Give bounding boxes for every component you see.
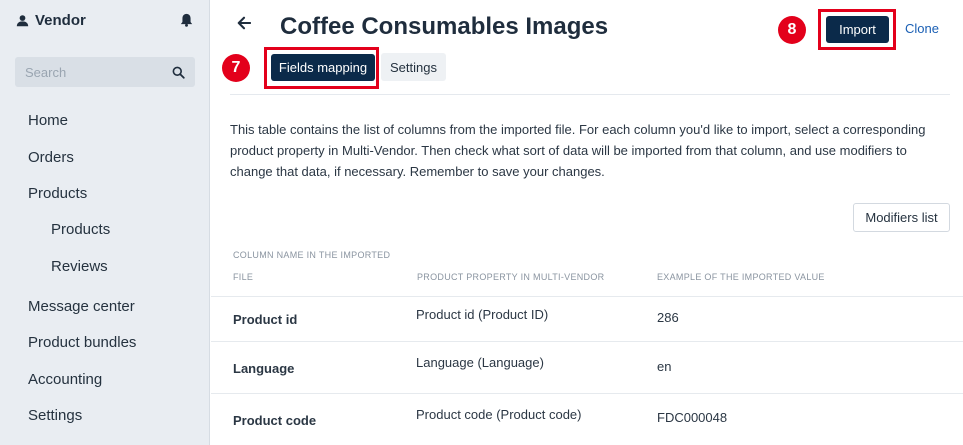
table-cell-product-property[interactable]: Language (Language) <box>416 355 544 370</box>
sidebar-item-home[interactable]: Home <box>28 112 68 129</box>
step-badge-8: 8 <box>778 16 806 44</box>
sidebar-subitem-products[interactable]: Products <box>51 221 110 238</box>
user-icon <box>16 14 29 27</box>
sidebar-item-accounting[interactable]: Accounting <box>28 371 102 388</box>
sidebar-item-product-bundles[interactable]: Product bundles <box>28 334 136 351</box>
modifiers-list-button[interactable]: Modifiers list <box>853 203 950 232</box>
sidebar-subitem-reviews[interactable]: Reviews <box>51 258 108 275</box>
sidebar-item-products[interactable]: Products <box>28 185 87 202</box>
search-input[interactable] <box>25 64 155 80</box>
import-button[interactable]: Import <box>826 16 889 43</box>
bell-icon[interactable] <box>180 13 193 27</box>
table-header-example-value: EXAMPLE OF THE IMPORTED VALUE <box>657 272 825 282</box>
back-arrow-icon[interactable] <box>237 16 251 30</box>
tab-settings[interactable]: Settings <box>381 53 446 81</box>
sidebar-item-settings[interactable]: Settings <box>28 407 82 424</box>
table-cell-column-name: Product code <box>233 413 317 428</box>
table-cell-example-value: 286 <box>657 310 679 325</box>
row-divider <box>211 296 963 297</box>
table-cell-product-property[interactable]: Product code (Product code) <box>416 407 581 422</box>
sidebar-item-message-center[interactable]: Message center <box>28 298 135 315</box>
table-header-column-name-line1: COLUMN NAME IN THE IMPORTED <box>233 250 391 260</box>
step-badge-7: 7 <box>222 54 250 82</box>
table-cell-product-property[interactable]: Product id (Product ID) <box>416 307 548 322</box>
description-text: This table contains the list of columns … <box>230 122 926 179</box>
table-header-column-name-line2: FILE <box>233 272 254 282</box>
table-cell-example-value: en <box>657 359 672 374</box>
divider <box>230 94 950 95</box>
table-cell-column-name: Language <box>233 361 295 376</box>
tab-fields-mapping[interactable]: Fields mapping <box>271 54 375 81</box>
row-divider <box>211 393 963 394</box>
page-title: Coffee Consumables Images <box>280 13 609 40</box>
clone-link[interactable]: Clone <box>905 21 939 36</box>
sidebar: Vendor Home Orders Products Products Rev… <box>0 0 210 445</box>
sidebar-item-orders[interactable]: Orders <box>28 149 74 166</box>
table-cell-example-value: FDC000048 <box>657 410 728 425</box>
vendor-menu[interactable]: Vendor <box>16 12 86 29</box>
sidebar-header: Vendor <box>0 0 209 40</box>
vendor-label: Vendor <box>35 11 86 29</box>
row-divider <box>211 341 963 342</box>
table-header-product-property: PRODUCT PROPERTY IN MULTI-VENDOR <box>417 272 605 282</box>
table-cell-column-name: Product id <box>233 312 298 327</box>
search-box <box>15 57 195 87</box>
search-icon[interactable] <box>172 66 185 79</box>
